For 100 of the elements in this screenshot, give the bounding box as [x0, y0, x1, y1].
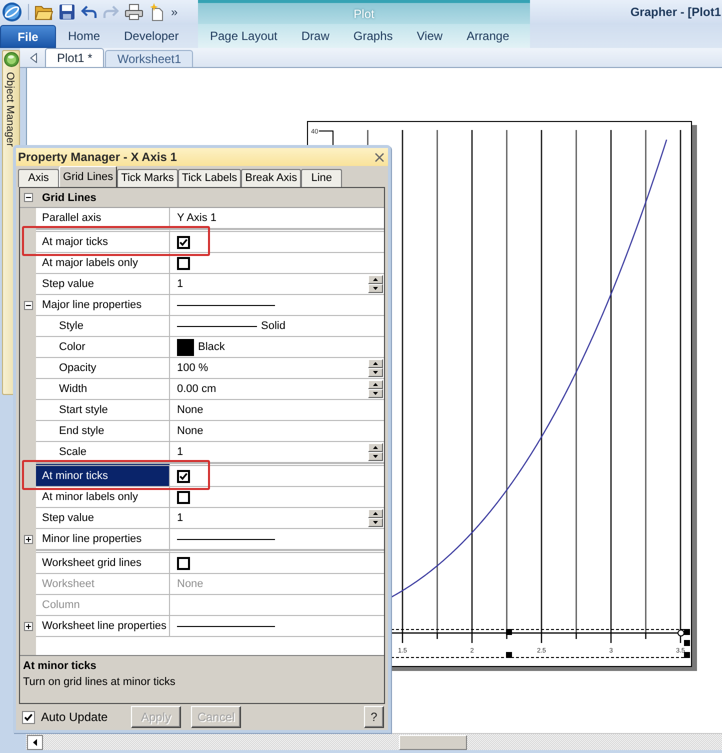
spin-down-button[interactable]: [368, 452, 383, 461]
scroll-left-button[interactable]: [27, 734, 43, 750]
ribbon-tab[interactable]: Arrange: [454, 25, 522, 47]
checkbox[interactable]: [177, 256, 190, 270]
spin-down-button[interactable]: [368, 518, 383, 527]
tab[interactable]: Axis: [18, 169, 59, 187]
property-name[interactable]: Opacity: [36, 358, 170, 379]
property-value: Solid: [261, 319, 286, 333]
globe-icon[interactable]: [2, 2, 22, 22]
more-commands-button[interactable]: »: [171, 6, 178, 18]
up-arrow-icon: [373, 512, 378, 515]
minus-icon[interactable]: [24, 193, 32, 202]
plus-icon[interactable]: [24, 622, 32, 631]
ribbon-tab[interactable]: Page Layout: [198, 25, 290, 47]
save-icon[interactable]: [59, 4, 75, 20]
property-name[interactable]: Major line properties: [36, 295, 170, 316]
down-arrow-icon: [373, 521, 378, 524]
property-value: 1: [177, 445, 184, 459]
selection-handle[interactable]: [506, 629, 512, 635]
printer-icon[interactable]: [125, 4, 143, 20]
checkbox[interactable]: [177, 236, 190, 248]
minus-icon[interactable]: [24, 301, 32, 310]
property-name[interactable]: Worksheet grid lines: [36, 550, 170, 574]
property-value: 1: [177, 277, 184, 291]
help-button[interactable]: ?: [364, 706, 384, 728]
y-axis-line: [318, 130, 334, 146]
property-name[interactable]: At major labels only: [36, 253, 170, 274]
window-title: Grapher - [Plot1: [630, 4, 721, 21]
contextual-group-label: Plot: [354, 6, 374, 22]
tab[interactable]: Tick Marks: [117, 169, 178, 187]
property-value: 1: [177, 511, 184, 525]
property-value: Black: [198, 340, 225, 354]
ribbon-tab[interactable]: Graphs: [341, 25, 405, 47]
spin-down-button[interactable]: [368, 389, 383, 398]
page-sparkle-icon[interactable]: [149, 3, 165, 21]
spin-up-button[interactable]: [368, 509, 383, 518]
left-arrow-icon: [33, 738, 37, 746]
property-name[interactable]: Scale: [36, 442, 170, 463]
property-name[interactable]: Color: [36, 337, 170, 358]
ribbon-tab[interactable]: Draw: [289, 25, 342, 47]
property-value: 0.00 cm: [177, 382, 216, 396]
scrollbar-thumb[interactable]: [399, 734, 467, 750]
document-tab[interactable]: Plot1 *: [45, 48, 104, 67]
property-value: None: [177, 403, 204, 417]
scroll-left-icon[interactable]: [30, 52, 37, 62]
description-title: At minor ticks: [23, 660, 96, 673]
undo-icon[interactable]: [81, 5, 97, 19]
checkbox[interactable]: [177, 490, 190, 504]
close-icon[interactable]: [375, 152, 384, 162]
line-sample-icon: [177, 538, 275, 540]
property-name[interactable]: Step value: [36, 274, 170, 295]
property-name[interactable]: Step value: [36, 508, 170, 529]
down-arrow-icon: [373, 287, 378, 290]
document-tab[interactable]: Worksheet1: [105, 50, 194, 67]
property-name[interactable]: Worksheet line properties: [36, 616, 170, 637]
panel-title: Property Manager - X Axis 1: [18, 149, 177, 166]
orb-icon: [4, 52, 19, 67]
spin-up-button[interactable]: [368, 359, 383, 368]
anchor-handle[interactable]: [678, 630, 684, 636]
property-name[interactable]: End style: [36, 421, 170, 442]
ribbon-tab[interactable]: Developer: [112, 25, 191, 47]
spin-down-button[interactable]: [368, 368, 383, 377]
down-arrow-icon: [373, 455, 378, 458]
spin-up-button[interactable]: [368, 443, 383, 452]
ribbon-tab[interactable]: Home: [56, 25, 112, 47]
folder-icon[interactable]: [35, 4, 53, 20]
file-tab[interactable]: File: [0, 25, 56, 48]
property-name[interactable]: Parallel axis: [36, 208, 170, 229]
checkbox[interactable]: [177, 470, 190, 482]
property-value: Y Axis 1: [177, 211, 217, 225]
property-name[interactable]: Width: [36, 379, 170, 400]
ribbon-tab[interactable]: View: [404, 25, 455, 47]
tab[interactable]: Tick Labels: [178, 169, 242, 187]
tab[interactable]: Line: [301, 169, 342, 187]
property-value: 100 %: [177, 361, 208, 375]
line-sample-icon: [177, 304, 275, 306]
property-name[interactable]: At minor ticks: [36, 463, 170, 487]
up-arrow-icon: [373, 446, 378, 449]
property-name[interactable]: Minor line properties: [36, 529, 170, 550]
plus-icon[interactable]: [24, 535, 32, 544]
property-name[interactable]: At minor labels only: [36, 487, 170, 508]
spin-up-button[interactable]: [368, 380, 383, 389]
spin-up-button[interactable]: [368, 275, 383, 284]
up-arrow-icon: [373, 362, 378, 365]
spin-down-button[interactable]: [368, 284, 383, 293]
tab[interactable]: Break Axis: [241, 169, 302, 187]
tab[interactable]: Grid Lines: [59, 166, 118, 187]
description-text: Turn on grid lines at minor ticks: [23, 676, 176, 689]
down-arrow-icon: [373, 392, 378, 395]
checkbox[interactable]: [22, 710, 35, 724]
selection-handle[interactable]: [506, 652, 512, 658]
section-header: Grid Lines: [41, 190, 96, 204]
property-value: None: [177, 577, 204, 591]
down-arrow-icon: [373, 371, 378, 374]
property-value: None: [177, 424, 204, 438]
checkbox-label: Auto Update: [41, 709, 108, 726]
property-name[interactable]: Start style: [36, 400, 170, 421]
property-name[interactable]: Style: [36, 316, 170, 337]
property-name[interactable]: At major ticks: [36, 229, 170, 253]
checkbox[interactable]: [177, 556, 190, 570]
